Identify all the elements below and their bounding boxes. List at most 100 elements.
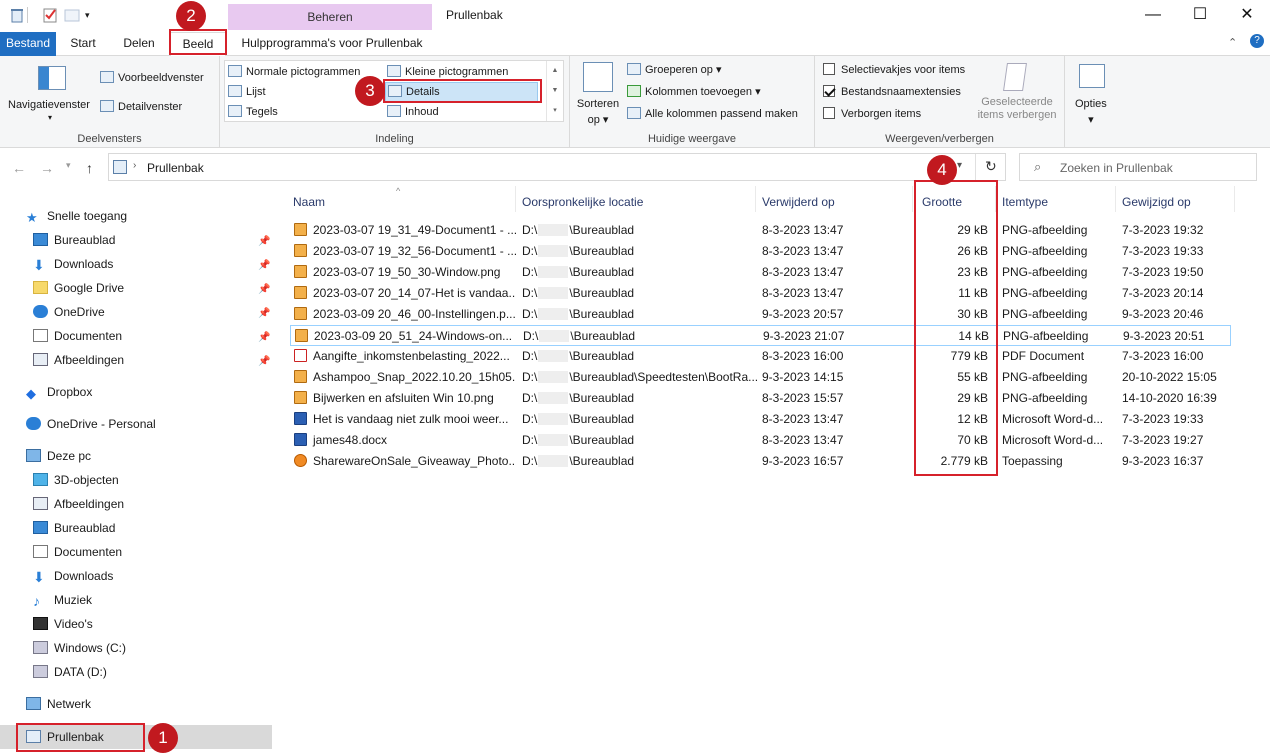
column-separator[interactable] <box>515 186 516 212</box>
address-bar[interactable]: › Prullenbak ▾ ↻ <box>108 153 1006 181</box>
nav-item-documenten[interactable]: Documenten <box>33 325 122 347</box>
up-arrow-icon[interactable]: ↑ <box>86 160 93 176</box>
nav-netwerk[interactable]: Netwerk <box>26 693 91 715</box>
column-oorspronkelijke-locatie[interactable]: Oorspronkelijke locatie <box>522 196 643 220</box>
normale-pictogrammen-option[interactable]: Normale pictogrammen <box>228 64 360 80</box>
nav-onedrive-personal[interactable]: OneDrive - Personal <box>26 413 156 435</box>
detailvenster-button[interactable]: Detailvenster <box>100 99 182 115</box>
nav-deze-pc[interactable]: Deze pc <box>26 445 91 467</box>
column-grootte[interactable]: Grootte <box>922 196 962 220</box>
inhoud-option[interactable]: Inhoud <box>387 104 439 120</box>
nav-prullenbak[interactable]: Prullenbak <box>26 726 104 748</box>
tab-delen[interactable]: Delen <box>112 32 166 56</box>
nav-item-google-drive[interactable]: Google Drive <box>33 277 124 299</box>
back-arrow-icon[interactable]: ← <box>12 160 26 176</box>
customize-toolbar-icon[interactable]: ▾ <box>85 7 101 23</box>
column-verwijderd-op[interactable]: Verwijderd op <box>762 196 835 220</box>
kolommen-passend-button[interactable]: Alle kolommen passend maken <box>627 106 798 122</box>
file-list: ^ Naam Oorspronkelijke locatie Verwijder… <box>272 186 1270 754</box>
pin-icon[interactable]: 📌 <box>258 332 270 343</box>
nav-item-videos[interactable]: Video's <box>33 613 93 635</box>
column-naam[interactable]: Naam <box>293 196 325 220</box>
nav-item-windows-c[interactable]: Windows (C:) <box>33 637 126 659</box>
minimize-button[interactable]: — <box>1130 0 1176 32</box>
column-gewijzigd-op[interactable]: Gewijzigd op <box>1122 196 1191 220</box>
maximize-button[interactable]: ☐ <box>1177 0 1223 32</box>
verborgen-items-checkbox[interactable]: Verborgen items <box>823 106 921 122</box>
collapse-ribbon-icon[interactable]: ⌃ <box>1228 36 1237 49</box>
option-label: Tegels <box>246 106 278 118</box>
file-name: 2023-03-07 19_32_56-Document1 - ... <box>313 244 516 258</box>
column-itemtype[interactable]: Itemtype <box>1002 196 1048 220</box>
table-row[interactable]: Ashampoo_Snap_2022.10.20_15h05... D:\ \Bur… <box>290 367 1231 388</box>
nav-item-afbeeldingen-pc[interactable]: Afbeeldingen <box>33 493 124 515</box>
tab-bestand[interactable]: Bestand <box>0 32 56 56</box>
table-row[interactable]: 2023-03-09 20_46_00-Instellingen.p... D:\… <box>290 304 1231 325</box>
address-dropdown-icon[interactable]: ▾ <box>957 160 962 171</box>
tab-start[interactable]: Start <box>60 32 106 56</box>
nav-item-data-d[interactable]: DATA (D:) <box>33 661 107 683</box>
nav-item-afbeeldingen[interactable]: Afbeeldingen <box>33 349 124 371</box>
pin-icon[interactable]: 📌 <box>258 308 270 319</box>
table-row[interactable]: Aangifte_inkomstenbelasting_2022... D:\ \B… <box>290 346 1231 367</box>
details-option[interactable]: Details <box>385 82 538 102</box>
table-row[interactable]: james48.docx D:\ \Bureaublad 8-3-2023 13:47… <box>290 430 1231 451</box>
nav-item-downloads[interactable]: ⬇ Downloads <box>33 253 113 275</box>
cell-gewijzigd-op: 9-3-2023 16:37 <box>1122 454 1204 468</box>
pin-icon[interactable]: 📌 <box>258 284 270 295</box>
properties-icon[interactable] <box>42 7 58 23</box>
navigatievenster-dropdown-icon[interactable]: ▾ <box>48 110 52 126</box>
search-box[interactable]: ⌕ Zoeken in Prullenbak <box>1019 153 1257 181</box>
tab-hulpprogrammas[interactable]: Hulpprogramma's voor Prullenbak <box>232 32 432 56</box>
lijst-option[interactable]: Lijst <box>228 84 266 100</box>
redacted-path <box>538 371 569 383</box>
refresh-icon[interactable]: ↻ <box>985 158 997 175</box>
geselecteerde-items-verbergen-button[interactable]: Geselecteerde items verbergen <box>975 96 1059 122</box>
kolommen-toevoegen-button[interactable]: Kolommen toevoegen ▾ <box>627 84 761 100</box>
forward-arrow-icon[interactable]: → <box>40 160 54 176</box>
nav-item-bureaublad-pc[interactable]: Bureaublad <box>33 517 115 539</box>
tab-beeld[interactable]: Beeld <box>170 32 226 57</box>
cell-naam: Bijwerken en afsluiten Win 10.png <box>294 388 516 409</box>
nav-item-muziek[interactable]: ♪ Muziek <box>33 589 92 611</box>
opties-button[interactable]: Opties ▾ <box>1075 96 1107 128</box>
table-row[interactable]: Het is vandaag niet zulk mooi weer... D:\… <box>290 409 1231 430</box>
tegels-option[interactable]: Tegels <box>228 104 278 120</box>
table-row[interactable]: 2023-03-07 20_14_07-Het is vandaa... D:\ \… <box>290 283 1231 304</box>
table-row[interactable]: 2023-03-07 19_31_49-Document1 - ... D:\ \B… <box>290 220 1231 241</box>
bestandsnaamextensies-checkbox[interactable]: Bestandsnaamextensies <box>823 84 961 100</box>
sorteren-button[interactable]: Sorteren op ▾ <box>576 96 620 128</box>
checkbox-checked-icon <box>823 85 835 97</box>
column-separator[interactable] <box>995 186 996 212</box>
nav-item-3d-objecten[interactable]: 3D-objecten <box>33 469 119 491</box>
column-separator[interactable] <box>1115 186 1116 212</box>
new-folder-icon[interactable] <box>64 7 80 23</box>
table-row-selected[interactable]: 2023-03-09 20_51_24-Windows-on... D:\ \Bur… <box>290 325 1231 346</box>
nav-item-documenten-pc[interactable]: Documenten <box>33 541 122 563</box>
kleine-pictogrammen-option[interactable]: Kleine pictogrammen <box>387 64 508 80</box>
nav-dropbox[interactable]: ◆ Dropbox <box>26 381 92 403</box>
pin-icon[interactable]: 📌 <box>258 356 270 367</box>
pin-icon[interactable]: 📌 <box>258 236 270 247</box>
table-row[interactable]: 2023-03-07 19_32_56-Document1 - ... D:\ \B… <box>290 241 1231 262</box>
selectievakjes-checkbox[interactable]: Selectievakjes voor items <box>823 62 965 78</box>
column-separator[interactable] <box>755 186 756 212</box>
nav-snelle-toegang[interactable]: ★ Snelle toegang <box>26 205 127 227</box>
column-separator[interactable] <box>912 186 913 212</box>
nav-item-onedrive[interactable]: OneDrive <box>33 301 105 323</box>
nav-item-downloads-pc[interactable]: ⬇ Downloads <box>33 565 113 587</box>
pin-icon[interactable]: 📌 <box>258 260 270 271</box>
gallery-scroll[interactable]: ▲ ▼ ▾ <box>546 61 563 121</box>
groeperen-button[interactable]: Groeperen op ▾ <box>627 62 721 78</box>
recycle-bin-icon[interactable] <box>9 7 25 23</box>
table-row[interactable]: Bijwerken en afsluiten Win 10.png D:\ \Bur… <box>290 388 1231 409</box>
recent-dropdown-icon[interactable]: ▾ <box>66 160 71 171</box>
close-button[interactable]: ✕ <box>1224 0 1270 32</box>
table-row[interactable]: 2023-03-07 19_50_30-Window.png D:\ \Bureau… <box>290 262 1231 283</box>
breadcrumb-path[interactable]: Prullenbak <box>147 161 204 175</box>
table-row[interactable]: SharewareOnSale_Giveaway_Photo... D:\ \Bur… <box>290 451 1231 472</box>
help-icon[interactable]: ? <box>1250 34 1264 48</box>
voorbeeldvenster-button[interactable]: Voorbeeldvenster <box>100 70 204 86</box>
nav-item-bureaublad[interactable]: Bureaublad <box>33 229 115 251</box>
column-separator[interactable] <box>1234 186 1235 212</box>
